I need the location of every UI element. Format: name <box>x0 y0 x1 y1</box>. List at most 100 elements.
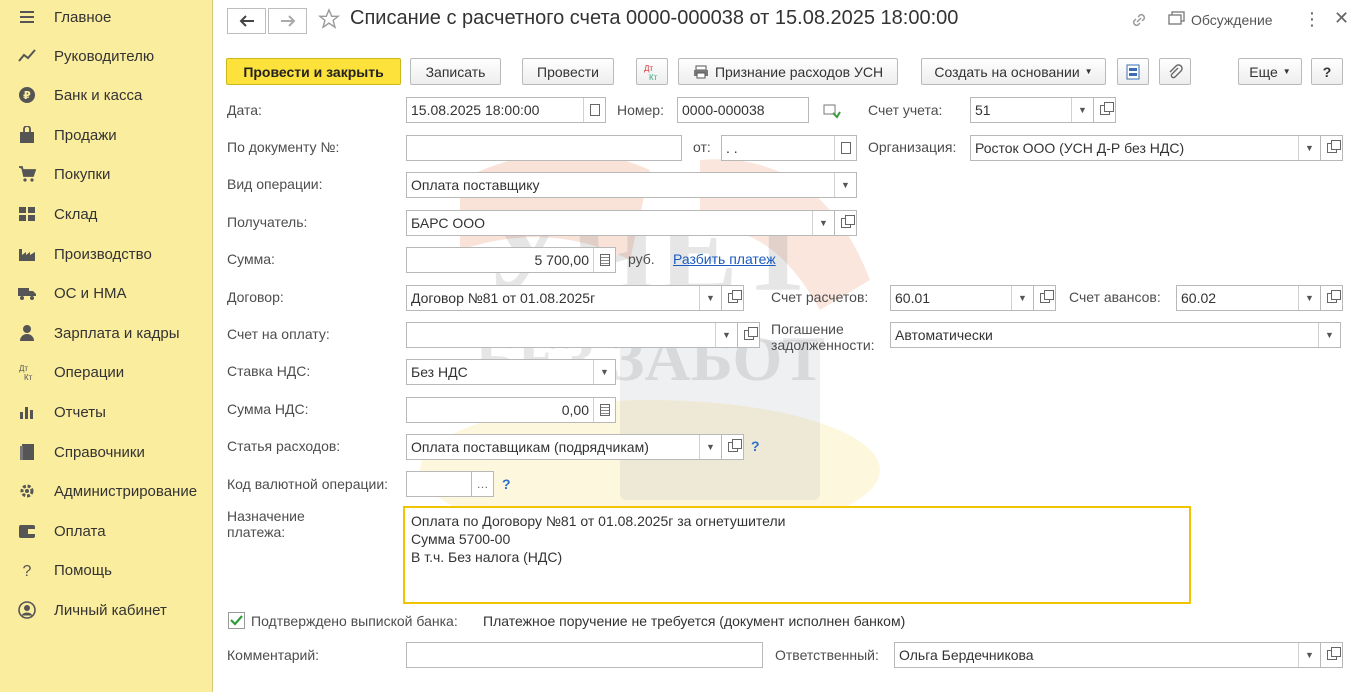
currency-op-help-icon[interactable]: ? <box>502 476 511 492</box>
settle-acc-field[interactable]: 60.01 ▼ <box>890 285 1034 311</box>
advance-acc-label: Счет авансов: <box>1069 289 1161 305</box>
recipient-dropdown-icon[interactable]: ▼ <box>812 211 834 235</box>
expense-field[interactable]: Оплата поставщикам (подрядчикам) ▼ <box>406 434 722 460</box>
sidebar-item-label: Администрирование <box>54 482 198 500</box>
sidebar-item[interactable]: Отчеты <box>0 397 213 427</box>
responsible-open-button[interactable] <box>1321 642 1343 668</box>
sidebar-item[interactable]: ? Помощь <box>0 555 213 585</box>
sidebar-item[interactable]: Справочники <box>0 437 213 467</box>
discussion-icon[interactable] <box>1168 11 1186 30</box>
calendar-icon[interactable] <box>834 136 856 160</box>
date-field[interactable]: 15.08.2025 18:00:00 <box>406 97 606 123</box>
account-dropdown-icon[interactable]: ▼ <box>1071 98 1093 122</box>
repayment-field[interactable]: Автоматически ▼ <box>890 322 1341 348</box>
invoice-label: Счет на оплату: <box>227 326 330 342</box>
currency-op-field[interactable] <box>406 471 472 497</box>
back-button[interactable] <box>227 8 266 34</box>
attach-button[interactable] <box>1159 58 1191 85</box>
structure-button[interactable] <box>1117 58 1149 85</box>
more-label: Еще <box>1249 63 1278 80</box>
calculator-icon[interactable] <box>593 248 615 272</box>
sidebar-item[interactable]: Дт Кт Операции <box>0 357 213 387</box>
dt-kt-button[interactable]: Дт Кт <box>636 58 668 85</box>
post-button[interactable]: Провести <box>522 58 614 85</box>
settle-acc-open-button[interactable] <box>1034 285 1056 311</box>
sidebar-item[interactable]: Зарплата и кадры <box>0 318 213 348</box>
close-icon[interactable]: ✕ <box>1334 8 1349 29</box>
comment-label: Комментарий: <box>227 647 320 663</box>
calculator-icon[interactable] <box>593 398 615 422</box>
question-icon: ? <box>17 560 37 580</box>
contract-dropdown-icon[interactable]: ▼ <box>699 286 721 310</box>
expense-help-icon[interactable]: ? <box>751 438 760 454</box>
sidebar-item[interactable]: Производство <box>0 239 213 269</box>
calendar-icon[interactable] <box>583 98 605 122</box>
repayment-dropdown-icon[interactable]: ▼ <box>1318 323 1340 347</box>
responsible-field[interactable]: Ольга Бердечникова ▼ <box>894 642 1321 668</box>
forward-button[interactable] <box>268 8 307 34</box>
advance-acc-dropdown-icon[interactable]: ▼ <box>1298 286 1320 310</box>
sidebar-item[interactable]: Главное <box>0 2 213 32</box>
invoice-open-button[interactable] <box>738 322 760 348</box>
sidebar-item[interactable]: ОС и НМА <box>0 278 213 308</box>
sidebar-item[interactable]: Администрирование <box>0 476 213 506</box>
create-based-on-button[interactable]: Создать на основании ▼ <box>921 58 1106 85</box>
org-open-button[interactable] <box>1321 135 1343 161</box>
sidebar-item[interactable]: Покупки <box>0 159 213 189</box>
contract-open-button[interactable] <box>722 285 744 311</box>
contract-field[interactable]: Договор №81 от 01.08.2025г ▼ <box>406 285 722 311</box>
comment-field[interactable] <box>406 642 763 668</box>
account-open-button[interactable] <box>1094 97 1116 123</box>
more-button[interactable]: Еще ▼ <box>1238 58 1302 85</box>
purpose-label: Назначение платежа: <box>227 508 305 540</box>
expense-dropdown-icon[interactable]: ▼ <box>699 435 721 459</box>
doc-no-field[interactable] <box>406 135 682 161</box>
save-button[interactable]: Записать <box>410 58 501 85</box>
favorite-star-icon[interactable] <box>317 8 341 33</box>
org-field[interactable]: Росток ООО (УСН Д-Р без НДС) ▼ <box>970 135 1321 161</box>
number-edit-icon[interactable] <box>823 103 841 122</box>
sidebar-item[interactable]: Личный кабинет <box>0 595 213 625</box>
bank-confirmed-checkbox[interactable] <box>228 612 245 629</box>
sidebar-item-label: Руководителю <box>54 47 155 65</box>
sidebar-item[interactable]: Склад <box>0 199 213 229</box>
person-icon <box>17 323 37 343</box>
number-field[interactable]: 0000-000038 <box>677 97 809 123</box>
invoice-field[interactable]: ▼ <box>406 322 738 348</box>
settle-acc-dropdown-icon[interactable]: ▼ <box>1011 286 1033 310</box>
expense-value: Оплата поставщикам (подрядчикам) <box>411 439 649 455</box>
op-type-dropdown-icon[interactable]: ▼ <box>834 173 856 197</box>
discussion-link[interactable]: Обсуждение <box>1191 12 1273 28</box>
vat-rate-field[interactable]: Без НДС ▼ <box>406 359 616 385</box>
responsible-value: Ольга Бердечникова <box>899 647 1034 663</box>
usn-expense-button[interactable]: Признание расходов УСН <box>678 58 898 85</box>
sidebar-item[interactable]: Продажи <box>0 120 213 150</box>
expense-open-button[interactable] <box>722 434 744 460</box>
sidebar-item[interactable]: Оплата <box>0 516 213 546</box>
open-icon <box>727 290 742 303</box>
post-and-close-button[interactable]: Провести и закрыть <box>226 58 401 85</box>
more-vertical-icon[interactable]: ⋮ <box>1303 9 1321 30</box>
account-field[interactable]: 51 ▼ <box>970 97 1094 123</box>
vat-rate-dropdown-icon[interactable]: ▼ <box>593 360 615 384</box>
sidebar-item-label: Продажи <box>54 126 117 144</box>
from-date-field[interactable]: . . <box>721 135 857 161</box>
sum-field[interactable]: 5 700,00 <box>406 247 616 273</box>
currency-op-select-button[interactable]: … <box>472 471 494 497</box>
help-button[interactable]: ? <box>1311 58 1343 85</box>
op-type-field[interactable]: Оплата поставщику ▼ <box>406 172 857 198</box>
sidebar-item[interactable]: ₽ Банк и касса <box>0 80 213 110</box>
vat-sum-field[interactable]: 0,00 <box>406 397 616 423</box>
advance-acc-field[interactable]: 60.02 ▼ <box>1176 285 1321 311</box>
open-icon <box>1039 290 1054 303</box>
split-payment-link[interactable]: Разбить платеж <box>673 251 776 267</box>
invoice-dropdown-icon[interactable]: ▼ <box>715 323 737 347</box>
advance-acc-open-button[interactable] <box>1321 285 1343 311</box>
recipient-open-button[interactable] <box>835 210 857 236</box>
sidebar-item[interactable]: Руководителю <box>0 41 213 71</box>
responsible-dropdown-icon[interactable]: ▼ <box>1298 643 1320 667</box>
org-dropdown-icon[interactable]: ▼ <box>1298 136 1320 160</box>
recipient-field[interactable]: БАРС ООО ▼ <box>406 210 835 236</box>
link-icon[interactable] <box>1130 11 1148 32</box>
purpose-textarea[interactable]: Оплата по Договору №81 от 01.08.2025г за… <box>403 506 1191 604</box>
